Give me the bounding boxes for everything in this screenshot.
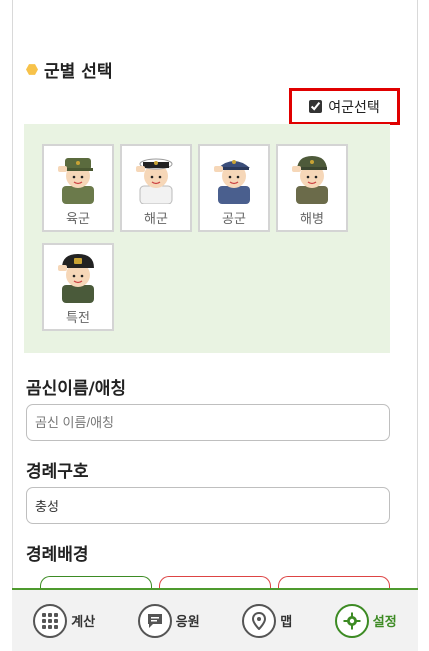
tab-label: 설정 [372, 615, 397, 630]
female-select-checkbox[interactable]: 여군선택 [289, 88, 400, 125]
army-soldier-avatar-icon [58, 158, 94, 204]
background-label: 경례배경 [26, 545, 89, 565]
tab-label: 맵 [280, 615, 293, 630]
tab-label: 계산 [71, 615, 96, 630]
branch-card-airforce[interactable]: 공군 [198, 144, 270, 232]
nickname-label: 곰신이름/애칭 [26, 379, 127, 399]
branch-label: 해군 [144, 212, 168, 227]
branch-card-special-forces[interactable]: 특전 [42, 243, 114, 331]
map-pin-icon [242, 603, 277, 638]
section-title-text: 군별 선택 [44, 62, 113, 82]
hexagon-bullet-icon [26, 64, 38, 75]
section-title: 군별 선택 [26, 57, 112, 82]
branch-panel: 육군 해군 공군 해병 특전 [24, 124, 390, 353]
grid-icon [33, 603, 68, 638]
chat-icon [137, 603, 172, 638]
branch-card-marine[interactable]: 해병 [276, 144, 348, 232]
bottom-tab-bar: 계산 응원 맵 설정 [12, 588, 418, 651]
female-checkbox-label: 여군선택 [328, 99, 380, 116]
branch-label: 공군 [222, 212, 246, 227]
airforce-pilot-avatar-icon [214, 160, 250, 204]
tab-label: 응원 [175, 615, 200, 630]
tab-map[interactable]: 맵 [242, 603, 293, 638]
branch-card-navy[interactable]: 해군 [120, 144, 192, 232]
branch-label: 육군 [66, 212, 90, 227]
branch-card-army[interactable]: 육군 [42, 144, 114, 232]
gear-icon [334, 603, 369, 638]
salute-label: 경례구호 [26, 462, 89, 482]
tab-settings[interactable]: 설정 [334, 603, 397, 638]
special-forces-avatar-icon [58, 254, 94, 303]
female-checkbox-input[interactable] [309, 100, 323, 113]
branch-label: 해병 [300, 212, 324, 227]
nickname-input[interactable] [26, 404, 390, 441]
salute-input[interactable]: 충성 [26, 487, 390, 524]
tab-cheer[interactable]: 응원 [137, 603, 200, 638]
navy-sailor-avatar-icon [136, 158, 173, 204]
marine-avatar-icon [292, 156, 328, 204]
branch-label: 특전 [66, 311, 90, 326]
tab-calculate[interactable]: 계산 [33, 603, 96, 638]
